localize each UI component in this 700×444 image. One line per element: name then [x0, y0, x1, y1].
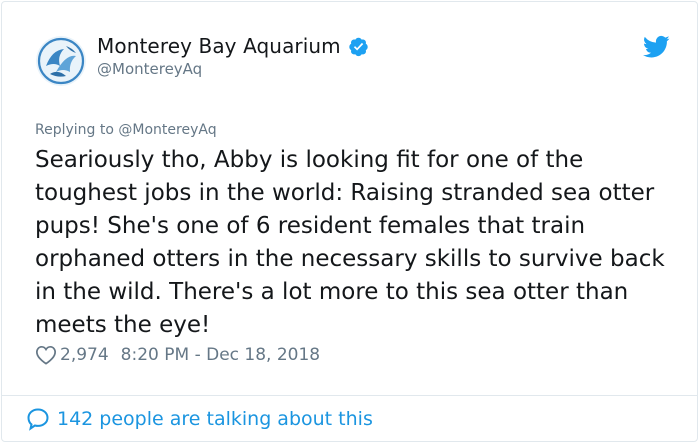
verified-badge-icon [349, 37, 368, 56]
speech-bubble-icon [27, 408, 49, 431]
tweet-card: Monterey Bay Aquarium @MontereyAq Replyi… [1, 1, 698, 442]
divider [2, 395, 697, 396]
tweet-text: Seariously tho, Abby is looking fit for … [35, 147, 672, 338]
replying-to: Replying to @MontereyAq [35, 122, 217, 138]
tweet-timestamp[interactable]: 8:20 PM - Dec 18, 2018 [121, 345, 320, 365]
talking-about-label[interactable]: 142 people are talking about this [57, 408, 373, 430]
like-count[interactable]: 2,974 [60, 345, 109, 365]
twitter-bird-icon[interactable] [643, 35, 670, 59]
aquarium-logo-icon [36, 36, 86, 86]
talking-about-link[interactable]: 142 people are talking about this [26, 407, 373, 431]
author-handle[interactable]: @MontereyAq [97, 60, 202, 78]
heart-outline-icon[interactable] [35, 345, 57, 365]
avatar[interactable] [36, 36, 86, 86]
author-name-row[interactable]: Monterey Bay Aquarium [97, 34, 369, 58]
author-name[interactable]: Monterey Bay Aquarium [97, 34, 341, 58]
tweet-meta: 2,974 8:20 PM - Dec 18, 2018 [35, 345, 320, 365]
replying-prefix: Replying to [35, 122, 114, 138]
reply-to-handle[interactable]: @MontereyAq [118, 122, 216, 138]
